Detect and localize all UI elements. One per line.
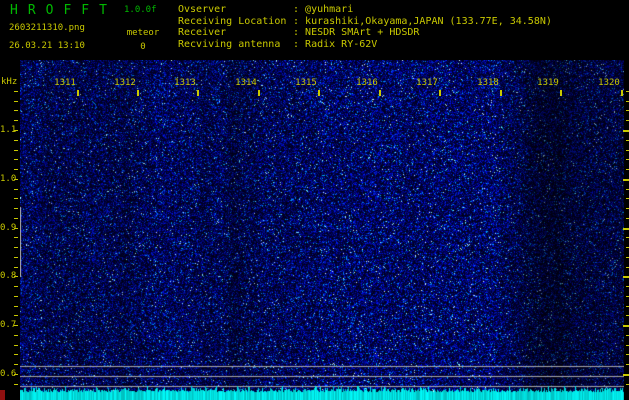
freq-axis-tick-left <box>14 218 18 219</box>
freq-axis-tick-left <box>14 130 18 131</box>
freq-axis-tick-left <box>14 179 18 180</box>
freq-axis-tick-left <box>14 335 18 336</box>
time-tick-label: 1316 <box>356 78 378 88</box>
info-label: Recviving antenna <box>178 38 281 50</box>
freq-axis-tick-left <box>14 120 18 121</box>
time-tick-label: 1314 <box>235 78 257 88</box>
freq-axis-tick-left <box>14 257 18 258</box>
time-tick-label: 1313 <box>174 78 196 88</box>
info-row: Recviving antenna: Radix RY-62V <box>178 39 552 51</box>
freq-axis-tick-left <box>14 198 18 199</box>
freq-tick-label: 0.7 <box>0 320 17 331</box>
freq-axis-tick-left <box>14 354 18 355</box>
freq-axis-tick-left <box>14 276 18 277</box>
info-separator: : <box>293 38 306 50</box>
spectrogram-canvas <box>20 60 624 400</box>
app-title: HROFFT <box>10 3 117 18</box>
info-separator: : <box>293 15 306 27</box>
time-tick-label: 1318 <box>477 78 499 88</box>
hrofft-screen: HROFFT 1.0.0f 2603211310.png meteor 26.0… <box>0 0 629 400</box>
meteor-count: 0 <box>140 42 146 52</box>
time-axis-tick <box>500 90 502 96</box>
level-indicator-red <box>0 390 5 400</box>
observation-datetime: 26.03.21 13:10 <box>9 41 85 51</box>
time-axis-tick <box>560 90 562 96</box>
freq-axis-tick-right <box>623 179 629 181</box>
freq-axis-tick-left <box>14 159 18 160</box>
info-label: Ovserver <box>178 4 227 15</box>
app-version: 1.0.0f <box>124 5 157 15</box>
freq-axis-tick-right <box>623 325 629 327</box>
time-tick-label: 1317 <box>416 78 438 88</box>
freq-axis-tick-left <box>14 140 18 141</box>
freq-axis-tick-left <box>14 101 18 102</box>
freq-tick-label: 0.9 <box>0 222 17 233</box>
time-axis-tick <box>197 90 199 96</box>
time-tick-label: 1311 <box>54 78 76 88</box>
freq-axis-tick-left <box>14 384 18 385</box>
time-axis-tick <box>379 90 381 96</box>
info-row: Receiver: NESDR SMArt + HDSDR <box>178 27 552 39</box>
freq-axis-tick-left <box>14 374 18 375</box>
freq-tick-label: 1.0 <box>0 173 17 184</box>
freq-axis-tick-left <box>14 247 18 248</box>
time-tick-label: 1320 <box>598 78 620 88</box>
time-axis-tick <box>258 90 260 96</box>
info-row: Ovserver: @yuhmari <box>178 4 552 16</box>
freq-axis-tick-left <box>14 150 18 151</box>
info-label: Receiver <box>178 27 227 39</box>
info-value: @yuhmari <box>305 4 354 15</box>
freq-axis-tick-left <box>14 91 18 92</box>
freq-axis-tick-left <box>14 169 18 170</box>
time-axis-tick <box>318 90 320 96</box>
freq-axis-tick-left <box>14 345 18 346</box>
info-value: Radix RY-62V <box>305 38 378 50</box>
info-value: kurashiki,Okayama,JAPAN (133.77E, 34.58N… <box>305 15 552 27</box>
freq-tick-label: 0.6 <box>0 369 17 379</box>
freq-axis-tick-left <box>14 296 18 297</box>
freq-axis-tick-right <box>623 228 629 230</box>
info-label: Receiving Location <box>178 15 287 27</box>
freq-axis-tick-left <box>14 208 18 209</box>
time-axis-tick <box>439 90 441 96</box>
freq-axis-tick-left <box>14 315 18 316</box>
freq-axis-tick-left <box>14 228 18 229</box>
freq-axis-tick-left <box>14 110 18 111</box>
freq-tick-label: 1.1 <box>0 125 17 135</box>
freq-tick-label: 0.8 <box>0 271 17 282</box>
freq-axis-tick-left <box>14 237 18 238</box>
time-tick-label: 1312 <box>114 78 136 88</box>
time-tick-label: 1315 <box>295 78 317 88</box>
freq-axis-unit: kHz <box>1 77 18 87</box>
freq-axis-tick-right <box>623 374 629 376</box>
info-separator: : <box>293 4 306 15</box>
time-tick-label: 1319 <box>537 78 559 88</box>
freq-axis-tick-left <box>14 325 18 326</box>
info-value: NESDR SMArt + HDSDR <box>305 27 420 39</box>
freq-axis-tick-right <box>623 130 629 132</box>
output-filename: 2603211310.png <box>9 23 85 33</box>
freq-axis-tick-left <box>14 306 18 307</box>
info-separator: : <box>293 27 306 39</box>
time-axis-tick <box>621 90 623 96</box>
time-axis-tick <box>77 90 79 96</box>
freq-axis-tick-left <box>14 364 18 365</box>
freq-axis-tick-left <box>14 189 18 190</box>
info-row: Receiving Location: kurashiki,Okayama,JA… <box>178 16 552 28</box>
freq-axis-tick-left <box>14 267 18 268</box>
freq-axis-tick-left <box>14 286 18 287</box>
mode-label: meteor <box>126 28 160 38</box>
info-block: Ovserver: @yuhmari Receiving Location: ku… <box>178 4 552 50</box>
freq-axis-tick-right <box>623 276 629 278</box>
time-axis-tick <box>137 90 139 96</box>
